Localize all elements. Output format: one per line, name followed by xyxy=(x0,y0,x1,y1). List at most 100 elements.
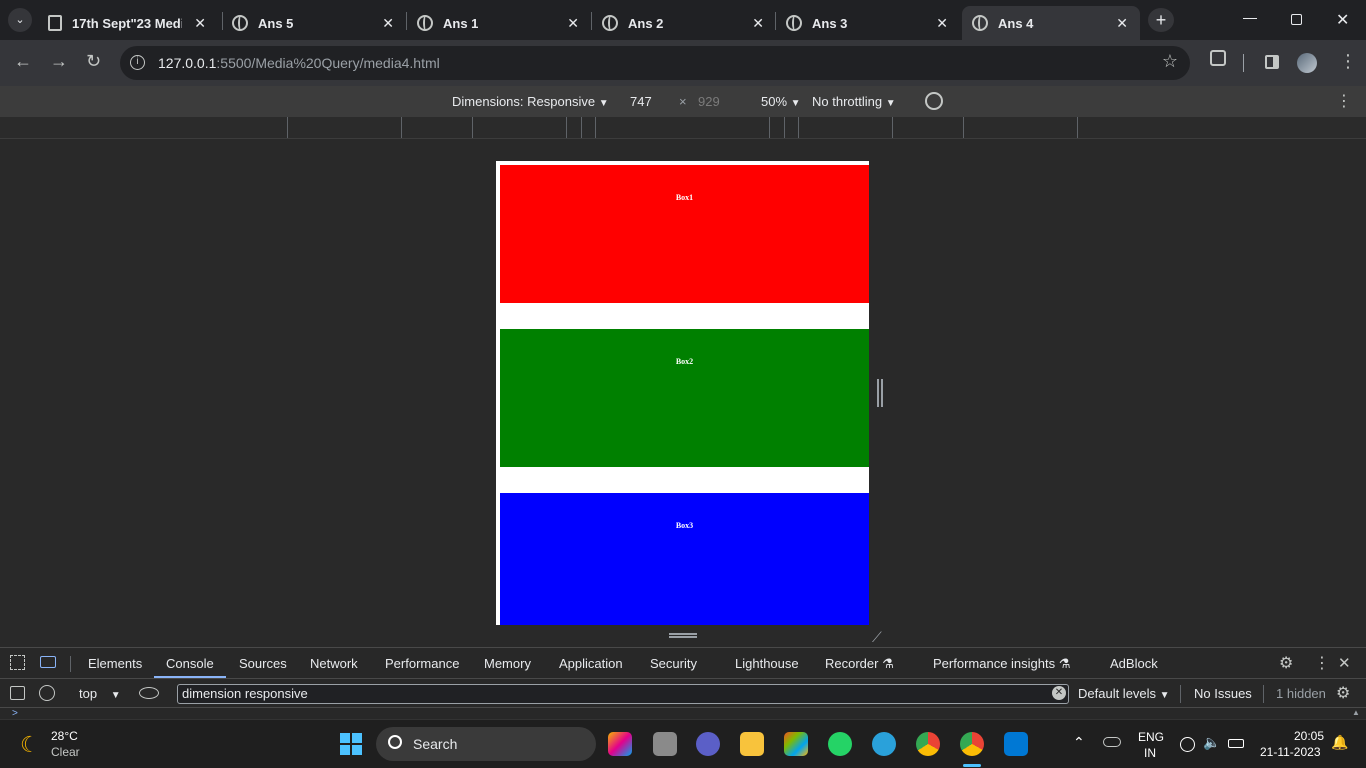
copilot-icon[interactable] xyxy=(608,732,632,756)
tab-ans-1[interactable]: Ans 1 ✕ xyxy=(407,6,591,40)
reload-icon[interactable]: ↻ xyxy=(86,51,101,72)
dimensions-dropdown[interactable]: Dimensions: Responsive ▼ xyxy=(452,94,609,109)
flask-icon: ⚗ xyxy=(882,656,894,671)
tab-recorder[interactable]: Recorder ⚗ xyxy=(825,656,894,672)
kebab-menu-icon[interactable]: ⋮ xyxy=(1336,91,1352,111)
address-bar[interactable]: i 127.0.0.1:5500/Media%20Query/media4.ht… xyxy=(120,46,1190,80)
clear-filter-icon[interactable]: ✕ xyxy=(1052,686,1066,700)
tab-title: Ans 5 xyxy=(258,15,294,31)
minimize-button[interactable] xyxy=(1243,9,1257,19)
console-prompt[interactable]: > xyxy=(12,708,18,719)
tab-performance[interactable]: Performance xyxy=(385,656,459,671)
whatsapp-icon[interactable] xyxy=(828,732,852,756)
tab-ans-3[interactable]: Ans 3 ✕ xyxy=(776,6,960,40)
file-explorer-icon[interactable] xyxy=(740,732,764,756)
resize-handle-bottom[interactable] xyxy=(669,633,697,638)
microsoft-store-icon[interactable] xyxy=(784,732,808,756)
device-toolbar: Dimensions: Responsive ▼ 747 × 929 50% ▼… xyxy=(0,86,1366,117)
onedrive-icon[interactable] xyxy=(1103,737,1121,747)
forward-arrow-icon[interactable]: → xyxy=(50,51,68,72)
context-selector[interactable]: top ▼ xyxy=(79,686,121,701)
tab-search-icon[interactable]: ⌄ xyxy=(8,8,32,32)
kebab-menu-icon[interactable]: ⋮ xyxy=(1314,653,1330,673)
eye-icon[interactable] xyxy=(139,687,159,699)
close-icon[interactable]: ✕ xyxy=(194,15,206,32)
extensions-icon[interactable] xyxy=(1210,50,1226,66)
url-text[interactable]: 127.0.0.1:5500/Media%20Query/media4.html xyxy=(158,55,440,71)
language-code[interactable]: ENG xyxy=(1138,730,1164,744)
throttling-dropdown[interactable]: No throttling ▼ xyxy=(812,94,896,109)
clear-console-icon[interactable] xyxy=(39,685,55,701)
weather-temp[interactable]: 28°C xyxy=(51,729,78,743)
gear-icon[interactable]: ⚙ xyxy=(1279,653,1293,673)
taskbar-search[interactable]: Search xyxy=(376,727,596,761)
tab-console[interactable]: Console xyxy=(166,656,214,671)
issues-count[interactable]: No Issues xyxy=(1194,686,1252,701)
gear-icon[interactable]: ⚙ xyxy=(1336,683,1350,703)
resize-handle-right[interactable] xyxy=(877,379,883,407)
ruler-mark xyxy=(892,117,893,138)
close-icon[interactable]: ✕ xyxy=(936,15,948,32)
tab-title: Ans 3 xyxy=(812,15,848,31)
console-filter-input[interactable]: dimension responsive xyxy=(177,684,1069,704)
globe-icon xyxy=(232,15,248,31)
tab-elements[interactable]: Elements xyxy=(88,656,142,671)
close-devtools-icon[interactable]: ✕ xyxy=(1338,654,1351,672)
tab-memory[interactable]: Memory xyxy=(484,656,531,671)
vscode-icon[interactable] xyxy=(1004,732,1028,756)
log-levels-dropdown[interactable]: Default levels ▼ xyxy=(1078,686,1170,701)
tab-sources[interactable]: Sources xyxy=(239,656,287,671)
battery-icon[interactable] xyxy=(1228,739,1244,748)
kebab-menu-icon[interactable]: ⋮ xyxy=(1339,51,1357,72)
site-info-icon[interactable]: i xyxy=(130,55,145,70)
zoom-dropdown[interactable]: 50% ▼ xyxy=(761,94,801,109)
task-view-icon[interactable] xyxy=(653,732,677,756)
chevron-up-icon[interactable]: ⌃ xyxy=(1073,734,1085,751)
teams-icon[interactable] xyxy=(696,732,720,756)
clock-time[interactable]: 20:05 xyxy=(1294,729,1324,743)
close-icon[interactable]: ✕ xyxy=(382,15,394,32)
start-button[interactable] xyxy=(340,733,362,755)
resize-handle-corner[interactable]: ⟋ xyxy=(872,629,882,646)
volume-icon[interactable]: 🔈 xyxy=(1203,734,1220,751)
star-icon[interactable]: ☆ xyxy=(1162,51,1178,72)
tab-performance-insights[interactable]: Performance insights ⚗ xyxy=(933,656,1070,672)
tab-ans-2[interactable]: Ans 2 ✕ xyxy=(592,6,776,40)
times-symbol: × xyxy=(679,94,687,109)
notification-bell-icon[interactable]: 🔔 xyxy=(1331,734,1348,751)
tab-application[interactable]: Application xyxy=(559,656,623,671)
tab-adblock[interactable]: AdBlock xyxy=(1110,656,1158,671)
box3: Box3 xyxy=(500,493,869,625)
width-input[interactable]: 747 xyxy=(630,94,652,109)
new-tab-button[interactable]: + xyxy=(1148,8,1174,32)
chrome-profile-icon[interactable] xyxy=(960,732,984,756)
close-icon[interactable]: ✕ xyxy=(567,15,579,32)
restore-button[interactable] xyxy=(1291,14,1302,25)
side-panel-icon[interactable] xyxy=(1265,55,1279,69)
moon-icon[interactable]: ☾ xyxy=(20,732,40,758)
tab-17th-sept[interactable]: 17th Sept"23 Media F ✕ xyxy=(38,6,218,40)
rotate-icon[interactable] xyxy=(925,92,943,110)
tab-ans-5[interactable]: Ans 5 ✕ xyxy=(222,6,406,40)
close-window-button[interactable]: ✕ xyxy=(1336,10,1349,30)
device-toggle-icon[interactable] xyxy=(40,656,56,668)
chrome-icon[interactable] xyxy=(916,732,940,756)
telegram-icon[interactable] xyxy=(872,732,896,756)
inspect-element-icon[interactable] xyxy=(10,655,25,670)
sidebar-toggle-icon[interactable] xyxy=(10,686,25,700)
tab-lighthouse[interactable]: Lighthouse xyxy=(735,656,799,671)
scroll-up-arrow[interactable]: ▲ xyxy=(1352,708,1360,717)
toolbar-divider xyxy=(1243,54,1244,72)
tab-security[interactable]: Security xyxy=(650,656,697,671)
avatar[interactable] xyxy=(1297,53,1317,73)
height-input[interactable]: 929 xyxy=(698,94,720,109)
media-query-ruler[interactable] xyxy=(0,117,1366,139)
tab-ans-4[interactable]: Ans 4 ✕ xyxy=(962,6,1140,40)
network-icon[interactable] xyxy=(1180,737,1195,752)
tab-network[interactable]: Network xyxy=(310,656,358,671)
close-icon[interactable]: ✕ xyxy=(752,15,764,32)
close-icon[interactable]: ✕ xyxy=(1116,15,1128,32)
ruler-mark xyxy=(769,117,770,138)
ruler-mark xyxy=(401,117,402,138)
back-arrow-icon[interactable]: ← xyxy=(14,51,32,72)
